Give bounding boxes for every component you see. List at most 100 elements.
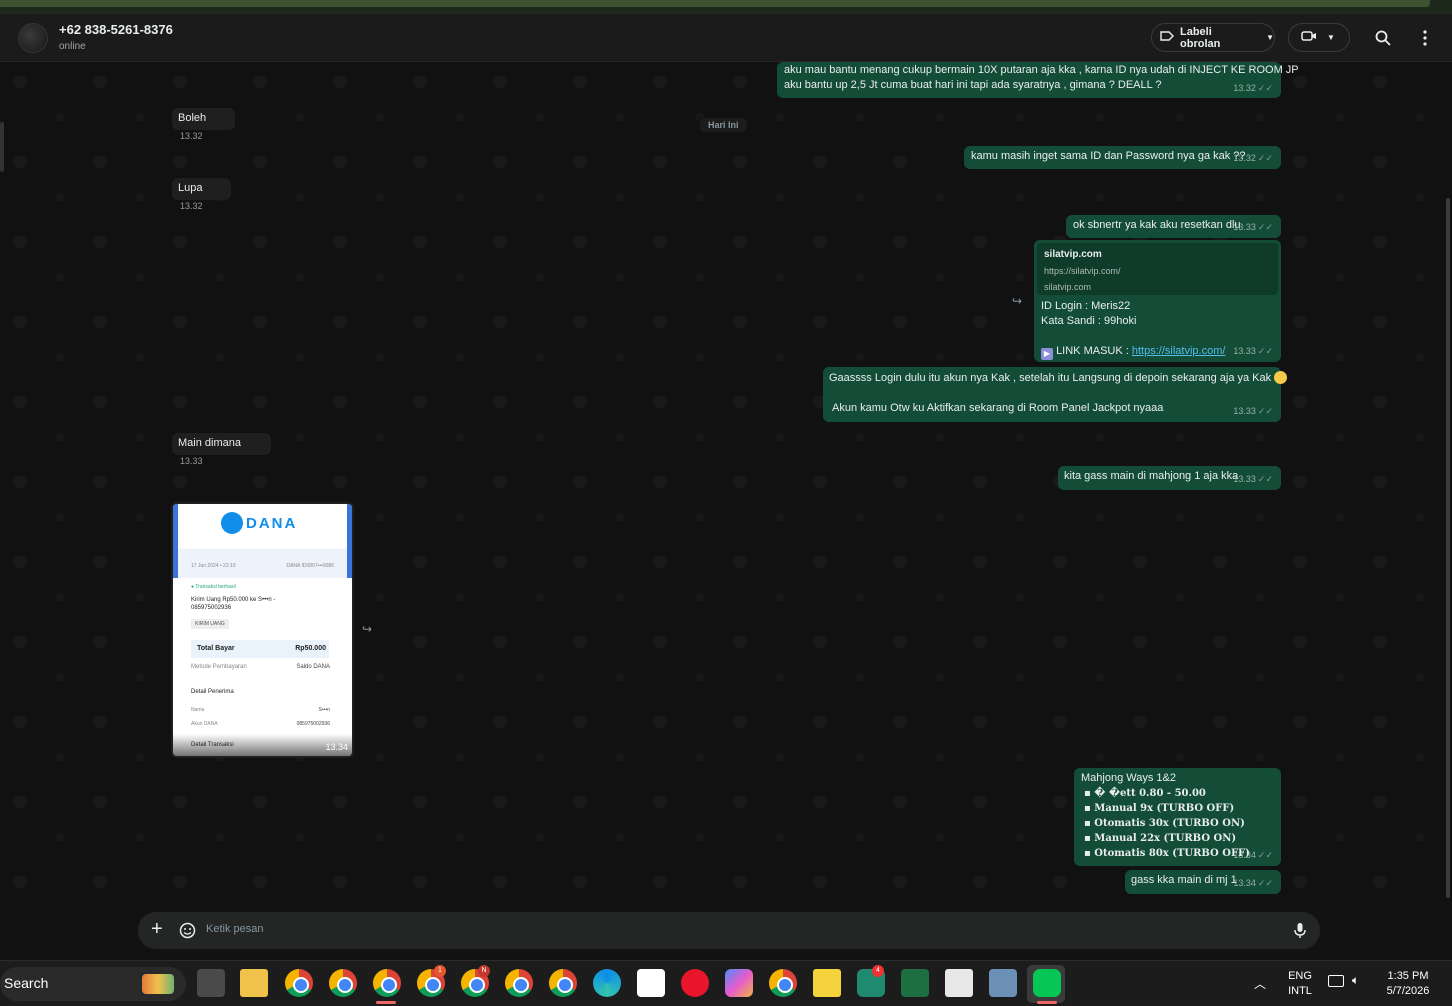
- incoming-image-message[interactable]: DANA 17 Jun 2024 • 22:10 DANA ID0897•••9…: [171, 502, 354, 758]
- message-time: 13.32: [180, 131, 203, 141]
- receipt-ref: DANA ID0897•••9086: [286, 563, 334, 569]
- outgoing-message[interactable]: Mahjong Ways 1&2 ▪ � �ett 0.80 - 50.00 ▪…: [1074, 768, 1281, 866]
- message-time: 13.33: [1233, 406, 1256, 416]
- display-icon[interactable]: [1328, 975, 1344, 987]
- outgoing-message[interactable]: ok sbnertr ya kak aku resetkan dlu 13.33…: [1066, 215, 1281, 238]
- chrome-icon[interactable]: [285, 969, 313, 997]
- sticky-notes-icon[interactable]: [813, 969, 841, 997]
- incoming-message[interactable]: Boleh 13.32: [172, 108, 235, 141]
- chrome-icon[interactable]: [505, 969, 533, 997]
- message-text: Main dimana: [178, 437, 241, 449]
- receipt-status: ● Transaksi berhasil: [191, 584, 236, 590]
- message-time: 13.34: [1233, 850, 1256, 860]
- link-preview-card[interactable]: silatvip.com https://silatvip.com/ silat…: [1037, 243, 1278, 295]
- message-time: 13.33: [180, 456, 203, 466]
- receipt-detail-label: Detail Penerima: [191, 689, 234, 695]
- receipt-desc: Kirim Uang Rp50.000 ke S•••n - 085975002…: [191, 597, 276, 611]
- read-receipt-icon: ✓✓: [1257, 222, 1273, 232]
- message-time: 13.32: [1233, 83, 1256, 93]
- window-frame: [0, 0, 1430, 7]
- forward-icon[interactable]: ↪: [362, 622, 372, 636]
- list-item: ▪ Manual 22x (TURBO ON): [1084, 833, 1237, 844]
- profile-badge: N: [478, 965, 490, 977]
- forward-icon[interactable]: ↪: [1012, 294, 1022, 308]
- outgoing-message[interactable]: aku mau bantu menang cukup bermain 10X p…: [777, 62, 1299, 98]
- scrollbar-thumb[interactable]: [1446, 198, 1450, 898]
- link-domain: silatvip.com: [1044, 282, 1092, 292]
- clock[interactable]: 1:35 PM 5/7/2026: [1378, 970, 1438, 997]
- message-time: 13.33: [1233, 346, 1256, 356]
- incoming-message[interactable]: Lupa 13.32: [172, 178, 231, 211]
- sticker-icon[interactable]: [179, 922, 196, 944]
- line-icon[interactable]: [1033, 969, 1061, 997]
- read-receipt-icon: ✓✓: [1257, 83, 1273, 93]
- receipt-trx-label: Detail Transaksi: [191, 742, 234, 748]
- message-link[interactable]: https://silatvip.com/: [1132, 345, 1226, 357]
- file-explorer-icon[interactable]: [240, 969, 268, 997]
- message-meta: 13.33 ✓✓: [1233, 404, 1273, 419]
- receipt-tag: KIRIM UANG: [191, 619, 229, 629]
- chrome-icon[interactable]: [373, 969, 401, 997]
- label-chat-text: Labeli obrolan: [1180, 25, 1221, 50]
- search-icon[interactable]: [1373, 28, 1393, 48]
- link-title: silatvip.com: [1044, 249, 1102, 260]
- more-options-icon[interactable]: [1415, 28, 1435, 48]
- read-receipt-icon: ✓✓: [1257, 346, 1273, 356]
- message-meta: 13.33 ✓✓: [1233, 344, 1273, 359]
- message-meta: 13.32 ✓✓: [1233, 81, 1273, 96]
- message-time: 13.33: [1233, 222, 1256, 232]
- edge-icon[interactable]: [593, 969, 621, 997]
- notepad-icon[interactable]: [945, 969, 973, 997]
- message-text: Akun kamu Otw ku Aktifkan sekarang di Ro…: [832, 402, 1164, 414]
- chrome-icon[interactable]: [329, 969, 357, 997]
- excel-icon[interactable]: [901, 969, 929, 997]
- scrollbar[interactable]: [1445, 62, 1450, 898]
- chevron-down-icon: ▼: [1327, 33, 1335, 42]
- taskbar-search[interactable]: Search: [0, 967, 186, 1001]
- chrome-icon[interactable]: [769, 969, 797, 997]
- chrome-icon[interactable]: [549, 969, 577, 997]
- read-receipt-icon: ✓✓: [1257, 153, 1273, 163]
- video-icon: [1301, 29, 1317, 47]
- outgoing-message[interactable]: kita gass main di mahjong 1 aja kka 13.3…: [1058, 466, 1281, 490]
- app-icon[interactable]: [989, 969, 1017, 997]
- receipt-image[interactable]: DANA 17 Jun 2024 • 22:10 DANA ID0897•••9…: [173, 504, 352, 756]
- opera-icon[interactable]: [681, 969, 709, 997]
- copilot-icon[interactable]: [725, 969, 753, 997]
- list-item: ▪ Manual 9x (TURBO OFF): [1084, 803, 1235, 814]
- outgoing-link-message[interactable]: silatvip.com https://silatvip.com/ silat…: [1034, 240, 1281, 362]
- task-view-icon[interactable]: [197, 969, 225, 997]
- plus-icon[interactable]: +: [151, 919, 163, 939]
- outgoing-message[interactable]: gass kka main di mj 1 13.34 ✓✓: [1125, 870, 1281, 894]
- message-text: kamu masih inget sama ID dan Password ny…: [971, 150, 1246, 162]
- message-text: Gaassss Login dulu itu akun nya Kak , se…: [829, 372, 1272, 384]
- incoming-message[interactable]: Main dimana 13.33: [172, 433, 271, 466]
- message-text: Lupa: [178, 182, 203, 194]
- dana-logo: DANA: [221, 512, 297, 534]
- outgoing-message[interactable]: Gaassss Login dulu itu akun nya Kak , se…: [823, 367, 1288, 422]
- language-line2: INTL: [1288, 985, 1312, 997]
- language-indicator[interactable]: ENG INTL: [1285, 970, 1315, 997]
- speaker-icon[interactable]: 🔈︎: [1352, 973, 1359, 988]
- message-text: Boleh: [178, 112, 207, 124]
- store-icon[interactable]: [637, 969, 665, 997]
- taskbar-search-label: Search: [4, 975, 49, 991]
- message-line: Gaassss Login dulu itu akun nya Kak , se…: [829, 371, 1288, 386]
- message-time: 13.32: [1233, 153, 1256, 163]
- microphone-icon[interactable]: [1294, 922, 1306, 944]
- video-call-button[interactable]: ▼: [1288, 23, 1350, 52]
- whatsapp-window: +62 838-5261-8376 online Labeli obrolan …: [0, 14, 1452, 960]
- active-indicator: [376, 1001, 396, 1004]
- chevron-down-icon: ▼: [1266, 33, 1274, 42]
- message-meta: 13.32 ✓✓: [1233, 151, 1273, 166]
- label-chat-button[interactable]: Labeli obrolan ▼: [1151, 23, 1275, 52]
- message-meta: 13.33 ✓✓: [1233, 220, 1273, 235]
- avatar[interactable]: [18, 23, 48, 53]
- contact-name[interactable]: +62 838-5261-8376: [59, 22, 173, 37]
- message-time: 13.32: [180, 201, 203, 211]
- outgoing-message[interactable]: kamu masih inget sama ID dan Password ny…: [964, 146, 1281, 169]
- receipt-method-label: Metode Pembayaran: [191, 664, 247, 670]
- chat-area[interactable]: Hari Ini aku mau bantu menang cukup berm…: [0, 62, 1452, 912]
- chevron-up-icon[interactable]: ︿: [1254, 975, 1266, 992]
- message-input[interactable]: Ketik pesan: [206, 923, 263, 935]
